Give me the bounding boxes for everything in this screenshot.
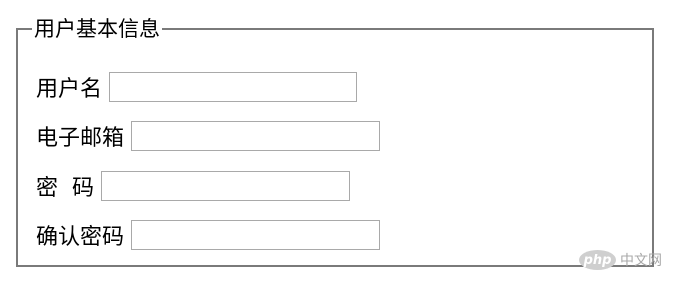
username-row: 用户名 xyxy=(36,71,358,103)
email-input[interactable] xyxy=(131,121,381,151)
username-input[interactable] xyxy=(109,72,358,102)
php-watermark: php 中文网 xyxy=(579,250,662,270)
php-logo-icon: php xyxy=(579,250,616,270)
confirm-password-input[interactable] xyxy=(131,220,381,250)
password-input[interactable] xyxy=(101,171,350,201)
email-label: 电子邮箱 xyxy=(36,126,125,151)
password-label: 密 码 xyxy=(36,176,94,201)
email-row: 电子邮箱 xyxy=(36,120,381,152)
confirm-password-row: 确认密码 xyxy=(36,219,381,251)
password-row: 密 码 xyxy=(36,170,350,202)
fieldset-legend: 用户基本信息 xyxy=(34,17,160,41)
page: 用户基本信息 用户名 电子邮箱 密 码 确认密码 php 中文网 xyxy=(0,0,676,291)
username-label: 用户名 xyxy=(36,77,103,102)
watermark-text: 中文网 xyxy=(620,253,662,269)
confirm-password-label: 确认密码 xyxy=(36,225,125,250)
